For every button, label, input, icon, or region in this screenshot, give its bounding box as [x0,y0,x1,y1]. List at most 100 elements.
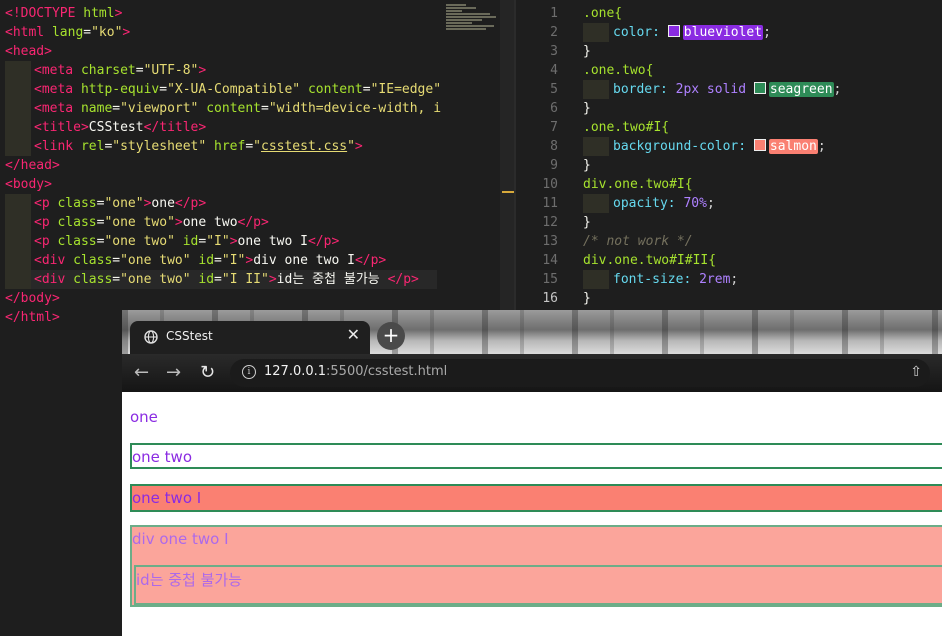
vertical-scrollbar[interactable] [500,0,514,310]
line-number: 13 [542,234,558,249]
globe-icon [144,330,158,344]
reload-icon[interactable]: ↻ [200,362,215,383]
css-line-4[interactable]: .one.two{ [583,61,653,80]
back-arrow-icon[interactable]: ← [134,362,149,383]
color-swatch-icon[interactable] [753,139,766,151]
color-value: seagreen [768,82,834,97]
color-value: salmon [768,139,818,154]
css-line-7[interactable]: .one.two#I{ [583,118,669,137]
line-number: 8 [550,139,558,154]
line-number: 16 [542,291,558,306]
css-brace: } [583,101,591,116]
css-comment: /* not work */ [583,234,693,249]
page-viewport: one one two one two I div one two I id는 … [122,392,942,636]
code-line-12[interactable]: <p class="one two">one two</p> [5,213,269,232]
browser-toolbar: ← → ↻ i 127.0.0.1:5500/csstest.html ⇧ [122,354,942,392]
css-line-13[interactable]: /* not work */ [583,232,693,251]
new-tab-button[interactable]: + [377,322,405,350]
code-line-10[interactable]: <body> [5,175,52,194]
css-line-14[interactable]: div.one.two#I#II{ [583,251,716,270]
line-number: 4 [550,63,558,78]
css-selector: .one.two{ [583,63,654,78]
share-icon[interactable]: ⇧ [910,364,922,380]
css-value: 2rem [699,272,731,287]
css-line-12[interactable]: } [583,213,591,232]
css-line-11[interactable]: opacity: 70%; [583,194,715,213]
code-line-5[interactable]: <meta http-equiv="X-UA-Compatible" conte… [5,80,441,99]
css-brace: } [583,215,591,230]
code-line-2[interactable]: <html lang="ko"> [5,23,130,42]
address-bar[interactable]: i 127.0.0.1:5500/csstest.html ⇧ [230,359,930,387]
div-one-two-i: div one two I id는 중첩 불가능 [130,525,942,607]
line-number: 14 [542,253,558,268]
css-selector: div.one.two#I#II{ [583,253,717,268]
code-line-3[interactable]: <head> [5,42,52,61]
div-text: id는 중첩 불가능 [136,571,243,589]
tab-csstest[interactable]: CSStest ✕ [130,321,370,354]
color-swatch-icon[interactable] [667,25,680,37]
paragraph-text: one two I [132,489,202,507]
div-text: div one two I [132,530,229,548]
paragraph-one-two: one two [130,443,942,469]
code-line-15[interactable]: <div class="one two" id="I II">id는 중첩 불가… [5,270,437,289]
css-line-9[interactable]: } [583,156,591,175]
css-line-10[interactable]: div.one.two#I{ [583,175,693,194]
code-line-11[interactable]: <p class="one">one</p> [5,194,206,213]
css-selector: .one.two#I{ [583,120,670,135]
css-line-2[interactable]: color: blueviolet; [583,23,771,42]
color-swatch-icon[interactable] [753,82,766,94]
code-line-14[interactable]: <div class="one two" id="I">div one two … [5,251,386,270]
css-property: opacity: [613,196,676,211]
url-path: :5500/csstest.html [326,364,448,379]
css-property: border: [613,82,668,97]
css-brace: } [583,158,591,173]
code-line-17[interactable]: </html> [5,308,60,327]
css-value: 70% [683,196,707,211]
close-icon[interactable]: ✕ [347,325,360,344]
code-line-8[interactable]: <link rel="stylesheet" href="csstest.css… [5,137,363,156]
css-brace: } [583,44,591,59]
line-number: 10 [542,177,558,192]
tab-strip[interactable]: CSStest ✕ + [122,310,942,354]
line-number: 9 [550,158,558,173]
code-line-7[interactable]: <title>CSStest</title> [5,118,206,137]
paragraph-one: one [130,408,158,426]
css-value: 2px solid [675,82,747,97]
css-line-6[interactable]: } [583,99,591,118]
css-brace: } [583,291,591,306]
code-line-1[interactable]: <!DOCTYPE html> [5,4,122,23]
css-line-1[interactable]: .one{ [583,4,622,23]
css-line-16[interactable]: } [583,289,591,308]
line-number: 11 [542,196,558,211]
line-number: 12 [542,215,558,230]
paragraph-text: one two [132,448,193,466]
scrollbar-marker [502,191,514,193]
minimap[interactable] [446,4,500,38]
css-line-5[interactable]: border: 2px solid seagreen; [583,80,841,99]
tab-title: CSStest [166,329,213,343]
line-number: 5 [550,82,558,97]
css-line-15[interactable]: font-size: 2rem; [583,270,738,289]
code-line-6[interactable]: <meta name="viewport" content="width=dev… [5,99,441,118]
code-line-9[interactable]: </head> [5,156,60,175]
css-line-3[interactable]: } [583,42,591,61]
info-icon[interactable]: i [242,365,256,379]
code-line-16[interactable]: </body> [5,289,60,308]
line-number: 3 [550,44,558,59]
paragraph-one-two-i: one two I [130,484,942,512]
browser-window: CSStest ✕ + ← → ↻ i 127.0.0.1:5500/csste… [122,310,942,636]
color-value: blueviolet [682,25,764,40]
line-number: 1 [550,6,558,21]
url-text[interactable]: 127.0.0.1:5500/csstest.html [264,364,447,379]
div-one-two-i-ii: id는 중첩 불가능 [134,565,942,605]
line-number: 15 [542,272,558,287]
css-line-8[interactable]: background-color: salmon; [583,137,826,156]
css-selector: .one{ [583,6,623,21]
code-line-4[interactable]: <meta charset="UTF-8"> [5,61,206,80]
css-property: font-size: [613,272,692,287]
css-property: background-color: [613,139,747,154]
forward-arrow-icon[interactable]: → [166,362,181,383]
css-property: color: [613,25,660,40]
css-selector: div.one.two#I{ [583,177,693,192]
code-line-13[interactable]: <p class="one two" id="I">one two I</p> [5,232,339,251]
